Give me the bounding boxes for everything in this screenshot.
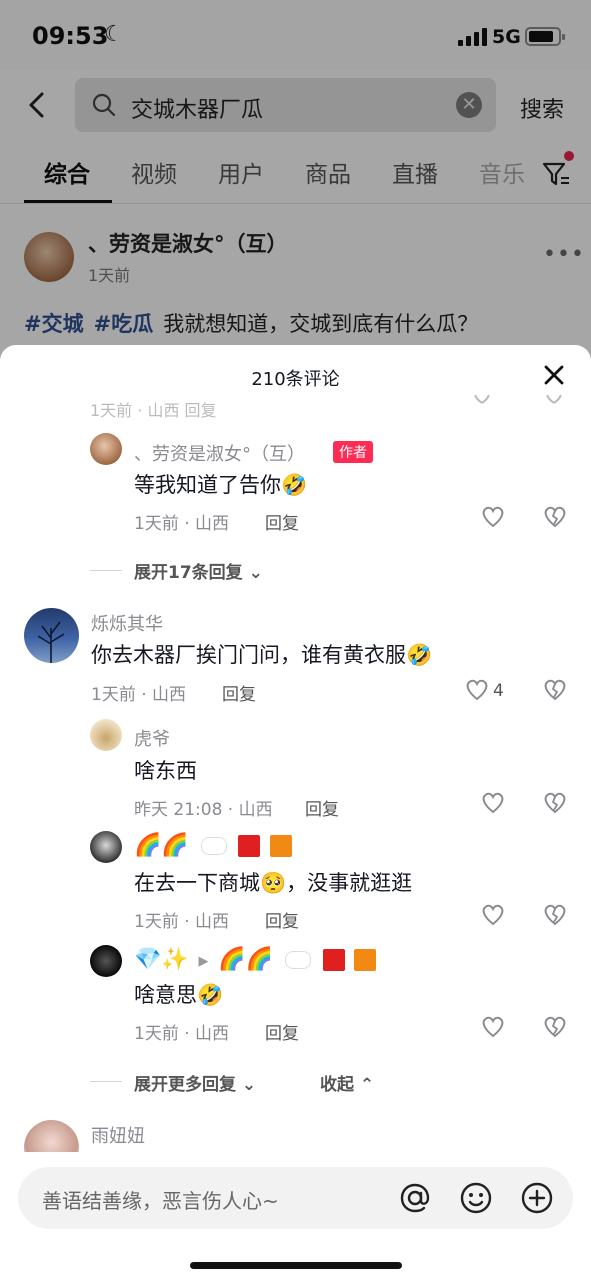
broken-heart-icon[interactable] [542, 791, 568, 815]
emoji-icon[interactable] [459, 1181, 493, 1215]
comment-input-placeholder: 善语结善缘，恶言伤人心~ [42, 1189, 279, 1213]
reply-button[interactable]: 回复 [222, 680, 256, 705]
broken-heart-icon[interactable] [542, 1015, 568, 1039]
rainbow-emoji: 🌈🌈 [134, 833, 189, 858]
heart-icon[interactable] [480, 903, 506, 927]
bird-emoji [200, 836, 227, 855]
reply-button[interactable]: 回复 [265, 1019, 299, 1044]
commenter-name[interactable]: 烁烁其华 [91, 610, 163, 636]
diamond-sparkle-emoji: 💎✨ [134, 947, 189, 972]
comment-meta: 1天前 · 山西 [91, 685, 187, 705]
orange-square-emoji [354, 948, 377, 971]
avatar[interactable] [90, 719, 122, 751]
like-count: 4 [493, 681, 504, 701]
broken-heart-icon[interactable] [542, 678, 568, 702]
commenter-name[interactable]: 🌈🌈 [134, 833, 296, 858]
avatar[interactable] [90, 433, 122, 465]
cutoff-actions [470, 395, 570, 415]
red-square-emoji [238, 834, 261, 857]
comment-text: 啥东西 [134, 759, 197, 783]
commenter-name[interactable]: 虎爷 [134, 725, 170, 751]
heart-icon[interactable] [464, 678, 490, 702]
comment-meta: 1天前 · 山西 [134, 1024, 230, 1044]
reply-button[interactable]: 回复 [305, 795, 339, 820]
comment-text: 等我知道了告你🤣 [134, 473, 308, 497]
add-icon[interactable] [520, 1181, 554, 1215]
avatar[interactable] [90, 831, 122, 863]
orange-square-emoji [270, 834, 292, 857]
broken-heart-icon[interactable] [542, 505, 568, 529]
reply-button[interactable]: 回复 [265, 907, 299, 932]
collapse-replies-button[interactable]: 收起 ⌃ [320, 1070, 374, 1095]
avatar[interactable] [90, 945, 122, 977]
cutoff-meta: 1天前 · 山西 回复 [90, 401, 217, 420]
home-indicator [190, 1262, 402, 1269]
comment-input[interactable]: 善语结善缘，恶言伤人心~ [18, 1167, 573, 1229]
avatar[interactable] [24, 608, 79, 663]
bird-emoji [284, 950, 311, 969]
commenter-name[interactable]: 、劳资是淑女°（互） [134, 440, 305, 466]
rainbow-emoji: 🌈🌈 [218, 947, 274, 972]
comment-text: 啥意思🤣 [134, 983, 224, 1007]
comments-count-title: 210条评论 [251, 369, 340, 390]
mention-icon[interactable] [398, 1181, 432, 1215]
heart-icon[interactable] [480, 505, 506, 529]
comment-meta: 昨天 21:08 · 山西 [134, 800, 273, 820]
commenter-name[interactable]: 💎✨ ▶ 🌈🌈 [134, 947, 380, 972]
tree-silhouette-icon [37, 621, 65, 663]
rofl-emoji: 🤣 [281, 473, 308, 497]
commenter-name[interactable]: 雨妞妞 [91, 1122, 145, 1148]
pleading-emoji: 🥺 [260, 871, 287, 895]
heart-icon [474, 395, 562, 404]
author-badge: 作者 [333, 441, 373, 463]
red-square-emoji [322, 948, 345, 971]
dim-overlay[interactable] [0, 0, 591, 360]
broken-heart-icon[interactable] [542, 903, 568, 927]
expand-more-replies-button[interactable]: 展开更多回复 ⌄ [134, 1070, 256, 1095]
heart-icon[interactable] [480, 1015, 506, 1039]
comment-text: 在去一下商城🥺，没事就逛逛 [134, 871, 413, 895]
comment-text: 你去木器厂挨门门问，谁有黄衣服🤣 [91, 643, 433, 667]
heart-icon[interactable] [480, 791, 506, 815]
comments-sheet: 210条评论 1天前 · 山西 回复 、劳资是淑女°（互） 作者 等我知道了告你… [0, 345, 591, 1280]
expand-replies-button[interactable]: 展开17条回复 ⌄ [134, 558, 263, 583]
comment-meta: 1天前 · 山西 [134, 514, 230, 534]
divider [90, 1081, 122, 1082]
rofl-emoji: 🤣 [197, 983, 224, 1007]
play-arrow-icon: ▶ [198, 953, 209, 969]
reply-button[interactable]: 回复 [265, 509, 299, 534]
divider [90, 570, 122, 571]
comment-meta: 1天前 · 山西 [134, 912, 230, 932]
close-icon[interactable] [542, 363, 566, 387]
rofl-emoji: 🤣 [406, 643, 433, 667]
